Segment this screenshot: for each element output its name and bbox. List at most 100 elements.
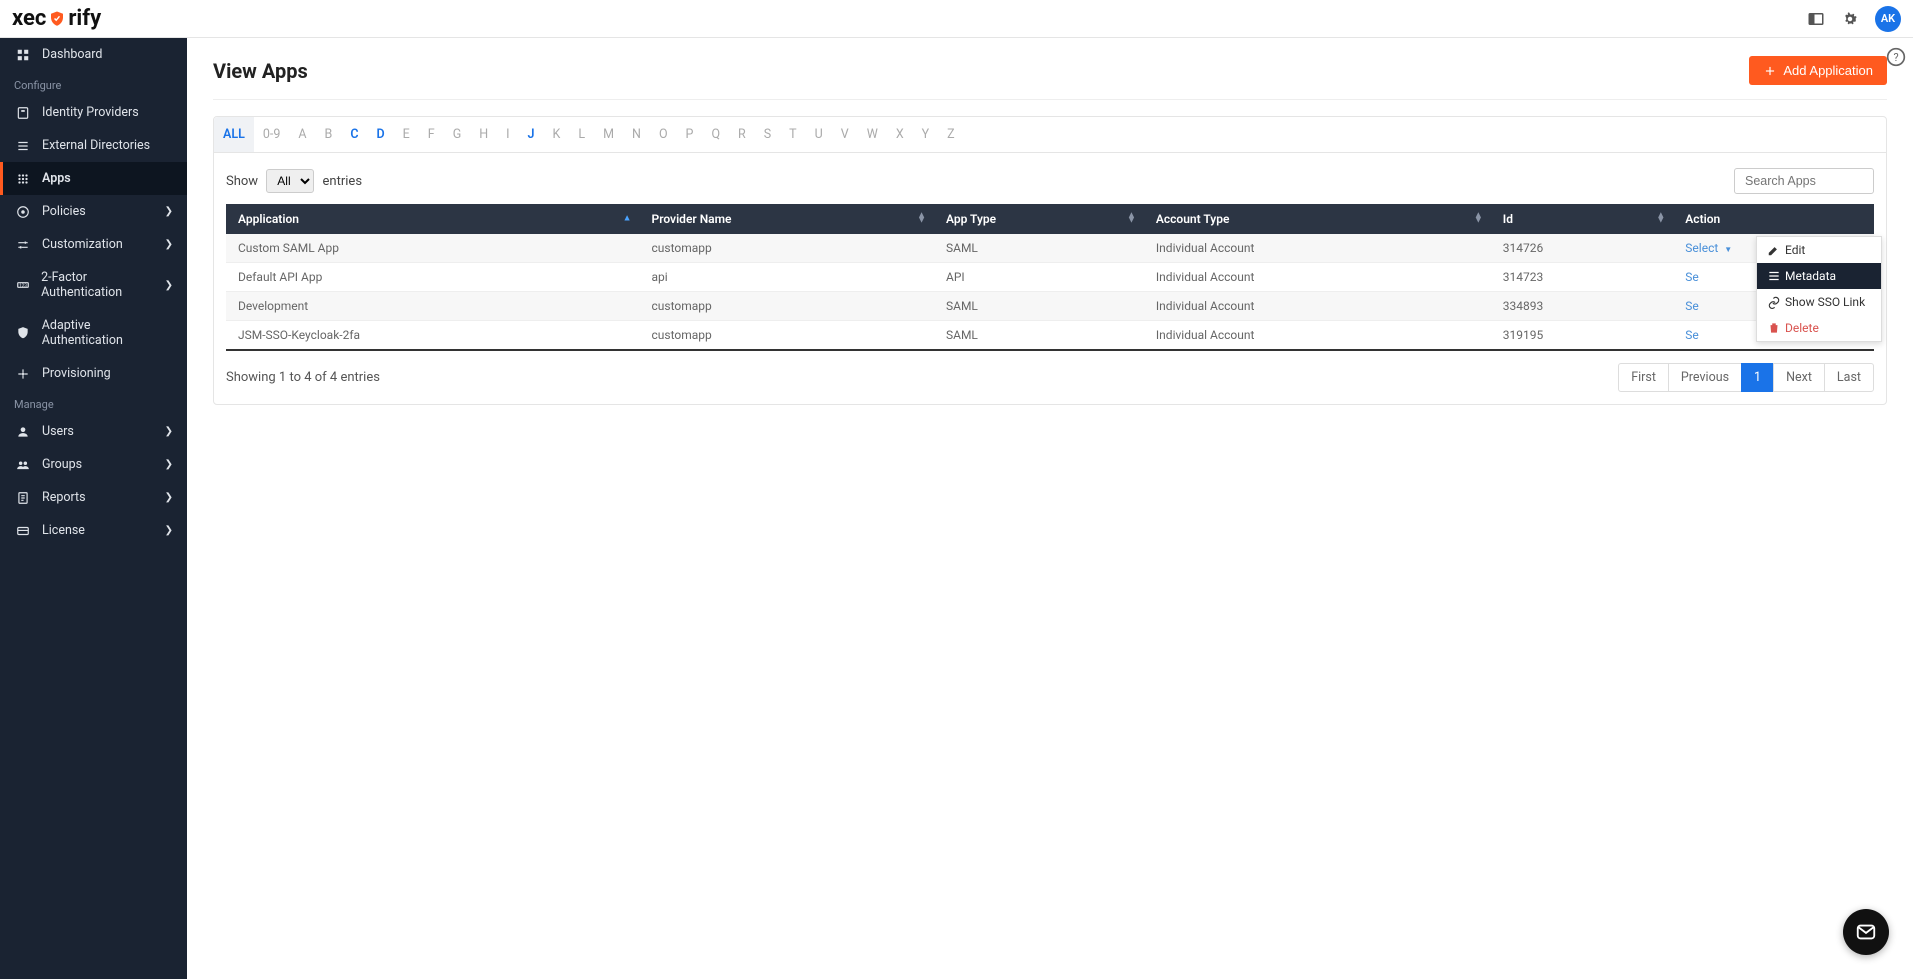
customization-icon bbox=[14, 238, 32, 252]
gear-icon[interactable] bbox=[1841, 10, 1859, 28]
sidebar-item-label: External Directories bbox=[42, 138, 150, 153]
column-action[interactable]: Action bbox=[1673, 204, 1874, 234]
apps-icon bbox=[14, 172, 32, 186]
table-info: Showing 1 to 4 of 4 entries bbox=[226, 370, 380, 385]
add-application-button[interactable]: Add Application bbox=[1749, 56, 1887, 85]
filter-letter-q[interactable]: Q bbox=[702, 117, 729, 152]
filter-letter-v[interactable]: V bbox=[832, 117, 858, 152]
sidebar-item-label: Reports bbox=[42, 490, 86, 505]
sidebar-item-dashboard[interactable]: Dashboard bbox=[0, 38, 187, 71]
select-action[interactable]: Se bbox=[1685, 270, 1699, 284]
filter-letter-e[interactable]: E bbox=[394, 117, 419, 152]
column-application[interactable]: Application▲ bbox=[226, 204, 640, 234]
brand-left: xec bbox=[12, 6, 46, 31]
link-icon bbox=[1767, 295, 1779, 309]
filter-letter-0-9[interactable]: 0-9 bbox=[254, 117, 290, 152]
page-last[interactable]: Last bbox=[1824, 363, 1874, 392]
sidebar-item-policies[interactable]: Policies❯ bbox=[0, 195, 187, 228]
filter-letter-h[interactable]: H bbox=[470, 117, 497, 152]
sidebar-item-external-directories[interactable]: External Directories bbox=[0, 129, 187, 162]
cell-application: Development bbox=[226, 292, 640, 321]
cell-application: Custom SAML App bbox=[226, 234, 640, 263]
directories-icon bbox=[14, 139, 32, 153]
filter-letter-n[interactable]: N bbox=[623, 117, 650, 152]
page-prev[interactable]: Previous bbox=[1668, 363, 1742, 392]
dropdown-edit[interactable]: Edit bbox=[1757, 237, 1881, 263]
select-action[interactable]: Se bbox=[1685, 328, 1699, 342]
dropdown-show-sso-link[interactable]: Show SSO Link bbox=[1757, 289, 1881, 315]
entries-select[interactable]: All bbox=[266, 169, 314, 193]
filter-letter-c[interactable]: C bbox=[341, 117, 367, 152]
brand-logo[interactable]: xec rify bbox=[12, 6, 101, 31]
panel-icon[interactable] bbox=[1807, 10, 1825, 28]
select-action[interactable]: Se bbox=[1685, 299, 1699, 313]
sidebar-item-reports[interactable]: Reports❯ bbox=[0, 481, 187, 514]
column-id[interactable]: Id▲▼ bbox=[1491, 204, 1674, 234]
sidebar-item-2-factor-authentication[interactable]: 1232-Factor Authentication❯ bbox=[0, 261, 187, 309]
page-first[interactable]: First bbox=[1618, 363, 1669, 392]
sidebar-item-adaptive-authentication[interactable]: Adaptive Authentication bbox=[0, 309, 187, 357]
page-next[interactable]: Next bbox=[1773, 363, 1825, 392]
sidebar-item-label: Users bbox=[42, 424, 74, 439]
table-row: Custom SAML AppcustomappSAMLIndividual A… bbox=[226, 234, 1874, 263]
sidebar-item-identity-providers[interactable]: Identity Providers bbox=[0, 96, 187, 129]
apps-table: Application▲Provider Name▲▼App Type▲▼Acc… bbox=[226, 204, 1874, 351]
dropdown-metadata[interactable]: Metadata bbox=[1757, 263, 1881, 289]
column-app-type[interactable]: App Type▲▼ bbox=[934, 204, 1144, 234]
sidebar-item-provisioning[interactable]: Provisioning bbox=[0, 357, 187, 390]
select-action[interactable]: Select ▼ bbox=[1685, 241, 1732, 255]
sidebar-item-label: Policies bbox=[42, 204, 86, 219]
pagination: FirstPrevious1NextLast bbox=[1619, 363, 1874, 392]
filter-letter-s[interactable]: S bbox=[755, 117, 780, 152]
column-provider-name[interactable]: Provider Name▲▼ bbox=[640, 204, 935, 234]
filter-letter-j[interactable]: J bbox=[519, 117, 544, 152]
sidebar-item-groups[interactable]: Groups❯ bbox=[0, 448, 187, 481]
filter-letter-t[interactable]: T bbox=[780, 117, 805, 152]
filter-letter-y[interactable]: Y bbox=[913, 117, 939, 152]
filter-letter-z[interactable]: Z bbox=[938, 117, 964, 152]
cell-account: Individual Account bbox=[1144, 321, 1491, 351]
chevron-right-icon: ❯ bbox=[165, 239, 173, 250]
filter-letter-all[interactable]: ALL bbox=[214, 117, 254, 152]
filter-letter-k[interactable]: K bbox=[544, 117, 570, 152]
filter-letter-g[interactable]: G bbox=[444, 117, 471, 152]
filter-letter-a[interactable]: A bbox=[289, 117, 315, 152]
table-row: JSM-SSO-Keycloak-2facustomappSAMLIndivid… bbox=[226, 321, 1874, 351]
sidebar-item-label: Customization bbox=[42, 237, 123, 252]
page-1[interactable]: 1 bbox=[1741, 363, 1774, 392]
sidebar-item-customization[interactable]: Customization ❯ bbox=[0, 228, 187, 261]
search-input[interactable] bbox=[1734, 168, 1874, 194]
filter-letter-d[interactable]: D bbox=[368, 117, 394, 152]
sidebar-item-license[interactable]: License❯ bbox=[0, 514, 187, 547]
policies-icon bbox=[14, 205, 32, 219]
cell-account: Individual Account bbox=[1144, 292, 1491, 321]
sidebar-item-apps[interactable]: Apps bbox=[0, 162, 187, 195]
filter-letter-m[interactable]: M bbox=[594, 117, 623, 152]
sidebar-section-configure: Configure bbox=[0, 71, 187, 96]
users-icon bbox=[14, 425, 32, 439]
chat-fab[interactable] bbox=[1843, 909, 1889, 955]
metadata-icon bbox=[1767, 269, 1779, 283]
filter-letter-b[interactable]: B bbox=[316, 117, 342, 152]
sidebar-item-users[interactable]: Users❯ bbox=[0, 415, 187, 448]
alphabet-filter: ALL0-9ABCDEFGHIJKLMNOPQRSTUVWXYZ bbox=[214, 117, 1886, 153]
cell-id: 314723 bbox=[1491, 263, 1674, 292]
filter-letter-i[interactable]: I bbox=[497, 117, 518, 152]
filter-letter-l[interactable]: L bbox=[569, 117, 594, 152]
twofa-icon: 123 bbox=[14, 278, 31, 292]
filter-letter-x[interactable]: X bbox=[887, 117, 913, 152]
filter-letter-f[interactable]: F bbox=[419, 117, 444, 152]
column-account-type[interactable]: Account Type▲▼ bbox=[1144, 204, 1491, 234]
brand-right: rify bbox=[68, 6, 101, 31]
filter-letter-u[interactable]: U bbox=[806, 117, 832, 152]
filter-letter-p[interactable]: P bbox=[677, 117, 703, 152]
filter-letter-r[interactable]: R bbox=[729, 117, 755, 152]
dropdown-delete[interactable]: Delete bbox=[1757, 315, 1881, 341]
page-title: View Apps bbox=[213, 59, 308, 83]
filter-letter-w[interactable]: W bbox=[858, 117, 887, 152]
filter-letter-o[interactable]: O bbox=[650, 117, 677, 152]
license-icon bbox=[14, 524, 32, 538]
cell-provider: customapp bbox=[640, 234, 935, 263]
adaptive-icon bbox=[14, 326, 32, 340]
avatar[interactable]: AK bbox=[1875, 6, 1901, 32]
